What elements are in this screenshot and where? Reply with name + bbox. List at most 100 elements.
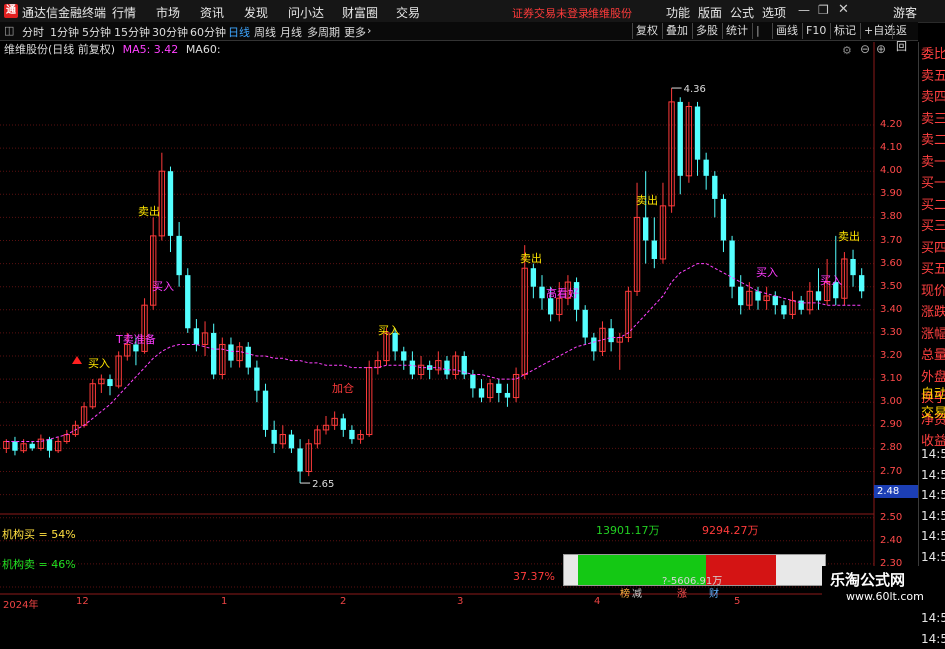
y-tick-label: 2.40 [880,534,903,546]
quote-label: 现价 [921,283,945,299]
candle-body [470,374,476,389]
tab-5min[interactable]: 5分钟 [82,24,111,40]
tab-60min[interactable]: 60分钟 [190,24,226,40]
tab-multi-period[interactable]: 多周期 [307,24,340,40]
menu-function[interactable]: 功能 [666,4,690,21]
candle-body [297,448,303,472]
y-tick-label: 3.60 [880,257,903,269]
btn-draw[interactable]: 画线 [772,23,801,39]
minimize-icon[interactable]: — [798,3,810,17]
candlestick-chart[interactable]: 买入T卖准备卖出买入加仓买入卖出高看好卖出买入买入卖出 4.362.65 [0,42,918,609]
y-tick-label: 2.70 [880,465,903,477]
restore-icon[interactable]: ❐ [818,3,829,17]
ma-line [6,263,862,442]
y-tick-label: 3.70 [880,234,903,246]
x-label-3: 3 [457,596,464,607]
menu-layout[interactable]: 版面 [698,4,722,21]
tab-1min[interactable]: 1分钟 [50,24,79,40]
candles [3,88,865,484]
signal-label: 买入 [756,266,778,279]
tab-more[interactable]: 更多 [344,24,366,40]
candle-body [46,439,53,451]
menu-discover[interactable]: 发现 [244,4,268,21]
user-guest[interactable]: 游客 [893,4,917,21]
btn-adjust[interactable]: 复权 [632,23,661,39]
y-tick-label: 3.40 [880,303,903,315]
title-bar: 通 通达信金融终端 行情 市场 资讯 发现 问小达 财富圈 交易 证券交易未登录… [0,0,945,23]
menu-ask[interactable]: 问小达 [288,4,324,21]
btn-stats[interactable]: 统计 [722,23,751,39]
quote-label: 卖二 [921,133,945,148]
value-green: 13901.17万 [596,524,660,537]
menu-news[interactable]: 资讯 [200,4,224,21]
app-logo-icon: 通 [4,4,18,18]
btn-overlay[interactable]: 叠加 [662,23,691,39]
candle-body [12,441,18,451]
candle-body [245,346,251,368]
trade-label[interactable]: 自动 [921,384,945,405]
panel-toggle-icon[interactable]: ◫ [4,24,14,37]
flow-bar-label-0: 榜 [620,589,630,600]
btn-back[interactable]: 返回 [892,23,918,53]
candle-body [254,367,260,391]
trade-label[interactable]: 交易 [921,403,945,424]
btn-mark[interactable]: 标记 [830,23,859,39]
period-toolbar: ◫ 分时 1分钟 5分钟 15分钟 30分钟 60分钟 日线 周线 月线 多周期… [0,22,918,53]
candle-body [504,392,511,398]
x-label-2: 2 [340,596,347,607]
y-tick-label: 3.90 [880,188,903,200]
signal-label: T卖准备 [115,332,156,346]
candle-body [193,328,200,345]
quote-label: 买三 [921,219,945,234]
watermark-url: www.60lt.com [846,590,924,603]
inst-buy-label: 机构买 = 54% [2,528,76,541]
y-tick-label: 2.80 [880,442,903,454]
candle-body [859,275,865,292]
tab-30min[interactable]: 30分钟 [152,24,188,40]
stock-name: 维维股份 [588,7,632,20]
tab-monthly[interactable]: 月线 [280,24,302,40]
candle-body [539,286,545,299]
x-label-5: 5 [734,596,741,607]
separator-icon: | [752,23,763,39]
menu-formula[interactable]: 公式 [730,4,754,21]
close-icon[interactable]: ✕ [838,2,849,17]
quote-label: 买二 [921,197,945,213]
x-label-4: 4 [594,596,601,607]
login-status[interactable]: 证券交易未登录 [512,5,589,21]
menu-markets[interactable]: 市场 [156,4,180,21]
candle-body [29,443,35,449]
candle-body [712,175,718,199]
btn-f10[interactable]: F10 [802,23,829,39]
signal-label: 加仓 [332,381,354,395]
candle-body [815,291,822,301]
tick-time: 14:56 [921,447,945,461]
btn-multi-stock[interactable]: 多股 [692,23,721,39]
tick-time: 14:56 [921,467,945,482]
candle-body [288,434,295,449]
tick-time: 14:56 [921,508,945,523]
menu-trade[interactable]: 交易 [396,4,420,21]
tab-timeshare[interactable]: 分时 [22,24,44,40]
candle-body [755,291,761,301]
menu-options[interactable]: 选项 [762,4,786,21]
inst-sell-label: 机构卖 = 46% [2,558,76,571]
tab-weekly[interactable]: 周线 [254,24,276,40]
tab-daily[interactable]: 日线 [228,24,250,40]
candle-body [781,305,787,315]
y-tick-label: 3.10 [880,373,903,385]
quote-label: 委比 [921,47,945,62]
candle-body [185,275,191,329]
chevron-right-icon[interactable]: › [367,24,371,37]
candle-body [677,101,683,176]
current-price-tag: 2.48 [874,485,921,498]
y-tick-label: 2.50 [880,511,903,523]
y-tick-label: 3.50 [880,280,903,292]
menu-wealth[interactable]: 财富圈 [342,4,378,21]
menu-market[interactable]: 行情 [112,4,136,21]
candle-body [694,106,701,160]
tab-15min[interactable]: 15分钟 [114,24,150,40]
signal-label: 买入 [820,274,842,287]
tick-time: 14:56 [921,631,945,646]
flow-bar-label-3: 财 [709,589,719,600]
